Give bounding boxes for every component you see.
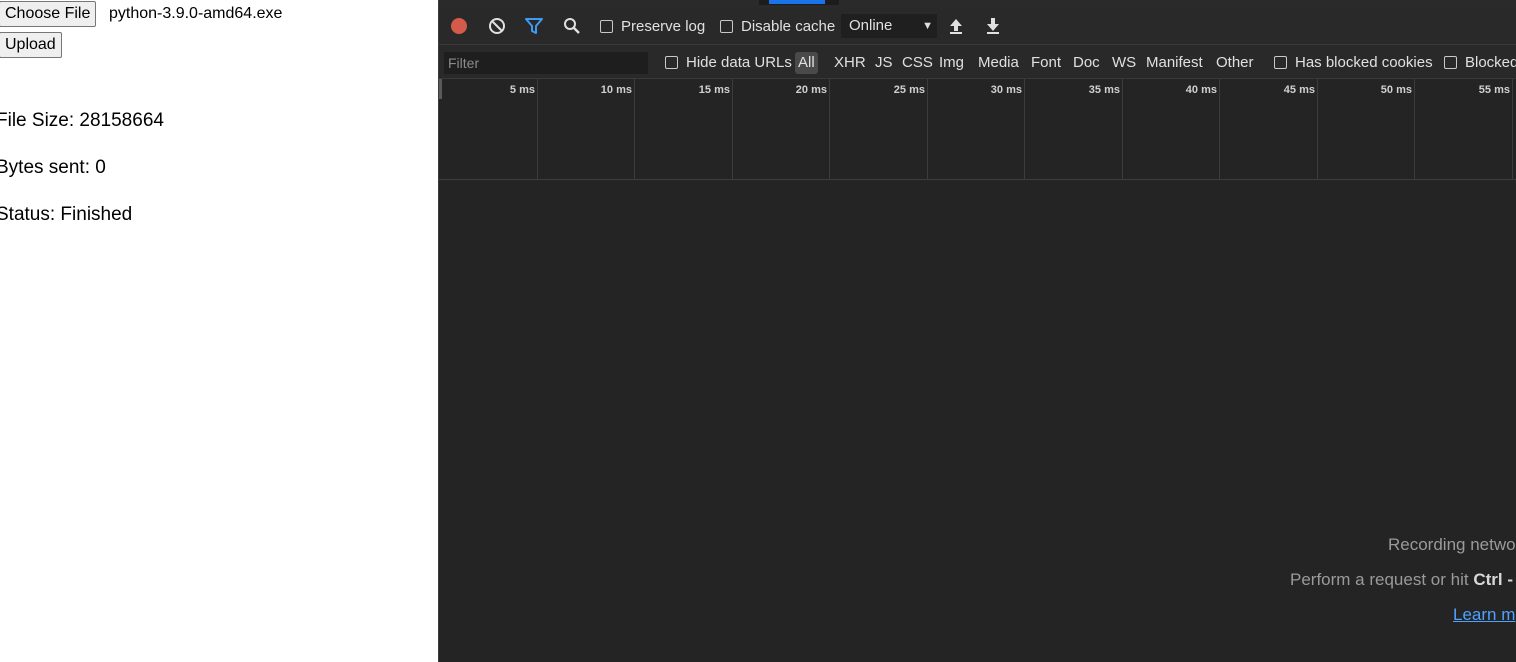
timeline-grid-line	[732, 79, 733, 179]
timeline-tick-label: 40 ms	[1185, 84, 1217, 96]
timeline-tick-label: 15 ms	[698, 84, 730, 96]
record-icon[interactable]	[448, 15, 470, 37]
has-blocked-cookies-label: Has blocked cookies	[1295, 54, 1433, 71]
clear-icon[interactable]	[486, 15, 508, 37]
blocked-requests-label: Blocked	[1465, 54, 1516, 71]
disable-cache-checkbox[interactable]	[720, 20, 733, 33]
bytes-sent-text: Bytes sent: 0	[0, 157, 106, 178]
timeline-tick-label: 50 ms	[1380, 84, 1412, 96]
active-tab-indicator	[769, 0, 825, 4]
choose-file-button[interactable]: Choose File	[0, 1, 97, 27]
timeline-tick-label: 10 ms	[600, 84, 632, 96]
hide-data-urls-label: Hide data URLs	[686, 54, 792, 71]
timeline-tick-label: 25 ms	[893, 84, 925, 96]
filter-bar: Hide data URLs All XHR JS CSS Img Media …	[439, 45, 1516, 79]
web-page: Choose File python-3.9.0-amd64.exe Uploa…	[0, 0, 438, 662]
selected-file-name: python-3.9.0-amd64.exe	[109, 5, 283, 22]
learn-more-link[interactable]: Learn m	[1453, 605, 1515, 624]
timeline-tick-label: 35 ms	[1088, 84, 1120, 96]
blocked-requests-checkbox[interactable]	[1444, 56, 1457, 69]
search-icon[interactable]	[561, 15, 583, 37]
filter-type-media[interactable]: Media	[976, 52, 1021, 74]
filter-type-ws[interactable]: WS	[1110, 52, 1138, 74]
timeline-grid-line	[927, 79, 928, 179]
filter-type-img[interactable]: Img	[937, 52, 966, 74]
timeline-grid-line	[1219, 79, 1220, 179]
timeline-tick-label: 45 ms	[1283, 84, 1315, 96]
filter-input[interactable]	[444, 52, 648, 74]
empty-state-hint-text: Perform a request or hit	[1290, 570, 1474, 589]
filter-type-xhr[interactable]: XHR	[832, 52, 868, 74]
throttling-value: Online	[849, 17, 893, 34]
filter-type-font[interactable]: Font	[1029, 52, 1063, 74]
timeline-grid-line	[1414, 79, 1415, 179]
filter-type-css[interactable]: CSS	[900, 52, 935, 74]
shortcut-key: Ctrl -	[1473, 570, 1513, 589]
timeline-grid-line	[1512, 79, 1513, 179]
timeline-grid-line	[1317, 79, 1318, 179]
preserve-log-label: Preserve log	[621, 18, 706, 35]
timeline-grid-line	[537, 79, 538, 179]
filter-type-js[interactable]: JS	[873, 52, 895, 74]
file-size-text: File Size: 28158664	[0, 110, 164, 131]
dropdown-arrow-icon: ▼	[922, 20, 933, 32]
timeline-tick-label: 30 ms	[990, 84, 1022, 96]
hide-data-urls-checkbox[interactable]	[665, 56, 678, 69]
devtools-network-panel: Preserve log Disable cache Online ▼ Hide…	[438, 0, 1516, 662]
network-overview-timeline[interactable]: 5 ms 10 ms 15 ms 20 ms 25 ms 30 ms 35 ms…	[439, 79, 1516, 180]
throttling-select[interactable]: Online ▼	[841, 14, 937, 38]
filter-type-all[interactable]: All	[795, 52, 818, 74]
filter-type-doc[interactable]: Doc	[1071, 52, 1102, 74]
network-toolbar: Preserve log Disable cache Online ▼	[439, 8, 1516, 45]
empty-state-hint: Perform a request or hit Ctrl -	[1290, 570, 1513, 590]
timeline-tick-label: 55 ms	[1478, 84, 1510, 96]
timeline-tick-label: 5 ms	[509, 84, 535, 96]
download-icon[interactable]	[982, 15, 1004, 37]
timeline-grid-line	[1024, 79, 1025, 179]
timeline-grid-line	[634, 79, 635, 179]
preserve-log-checkbox[interactable]	[600, 20, 613, 33]
disable-cache-label: Disable cache	[741, 18, 836, 35]
has-blocked-cookies-checkbox[interactable]	[1274, 56, 1287, 69]
upload-button[interactable]: Upload	[0, 32, 62, 58]
timeline-drag-handle[interactable]	[439, 79, 442, 99]
upload-icon[interactable]	[945, 15, 967, 37]
learn-more-link-container: Learn m	[1453, 605, 1515, 625]
filter-type-manifest[interactable]: Manifest	[1144, 52, 1205, 74]
filter-type-other[interactable]: Other	[1214, 52, 1256, 74]
timeline-grid-line	[829, 79, 830, 179]
timeline-grid-line	[1122, 79, 1123, 179]
filter-icon[interactable]	[523, 15, 545, 37]
empty-state-recording-text: Recording netwo	[1388, 535, 1516, 554]
timeline-tick-label: 20 ms	[795, 84, 827, 96]
status-text: Status: Finished	[0, 204, 133, 225]
devtools-tab-strip	[439, 0, 1516, 8]
